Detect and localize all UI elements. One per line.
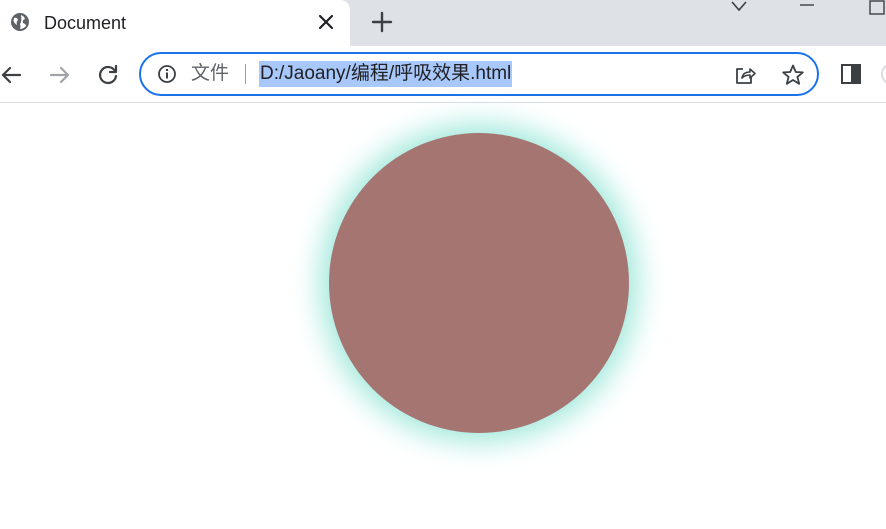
tab-document[interactable]: Document [0, 0, 350, 46]
arrow-right-icon[interactable] [48, 63, 72, 87]
new-tab-plus-icon[interactable] [371, 11, 393, 33]
globe-icon [11, 13, 29, 31]
file-scheme-label: 文件 [191, 63, 230, 84]
share-icon[interactable] [733, 63, 757, 87]
info-icon[interactable] [157, 64, 177, 84]
chevron-down-icon[interactable] [729, 0, 749, 14]
breathing-circle [329, 133, 629, 433]
minimize-icon[interactable] [797, 0, 817, 10]
close-icon[interactable] [316, 12, 336, 32]
page-viewport [0, 103, 886, 529]
profile-avatar-icon[interactable] [880, 60, 886, 88]
browser-toolbar: 文件 D:/Jaoany/编程/呼吸效果.html [0, 46, 886, 103]
maximize-icon[interactable] [866, 0, 886, 16]
url-text[interactable]: D:/Jaoany/编程/呼吸效果.html [259, 61, 513, 87]
tab-title: Document [44, 13, 127, 33]
omnibox-divider [245, 64, 246, 84]
address-bar[interactable]: 文件 D:/Jaoany/编程/呼吸效果.html [139, 52, 819, 96]
star-icon[interactable] [781, 63, 805, 87]
browser-window: Document 文件 D:/Jaoany/编程/呼吸效果.html [0, 0, 886, 529]
tab-strip: Document [0, 0, 886, 46]
side-panel-icon[interactable] [840, 63, 862, 85]
arrow-left-icon[interactable] [0, 63, 24, 87]
reload-icon[interactable] [96, 63, 120, 87]
